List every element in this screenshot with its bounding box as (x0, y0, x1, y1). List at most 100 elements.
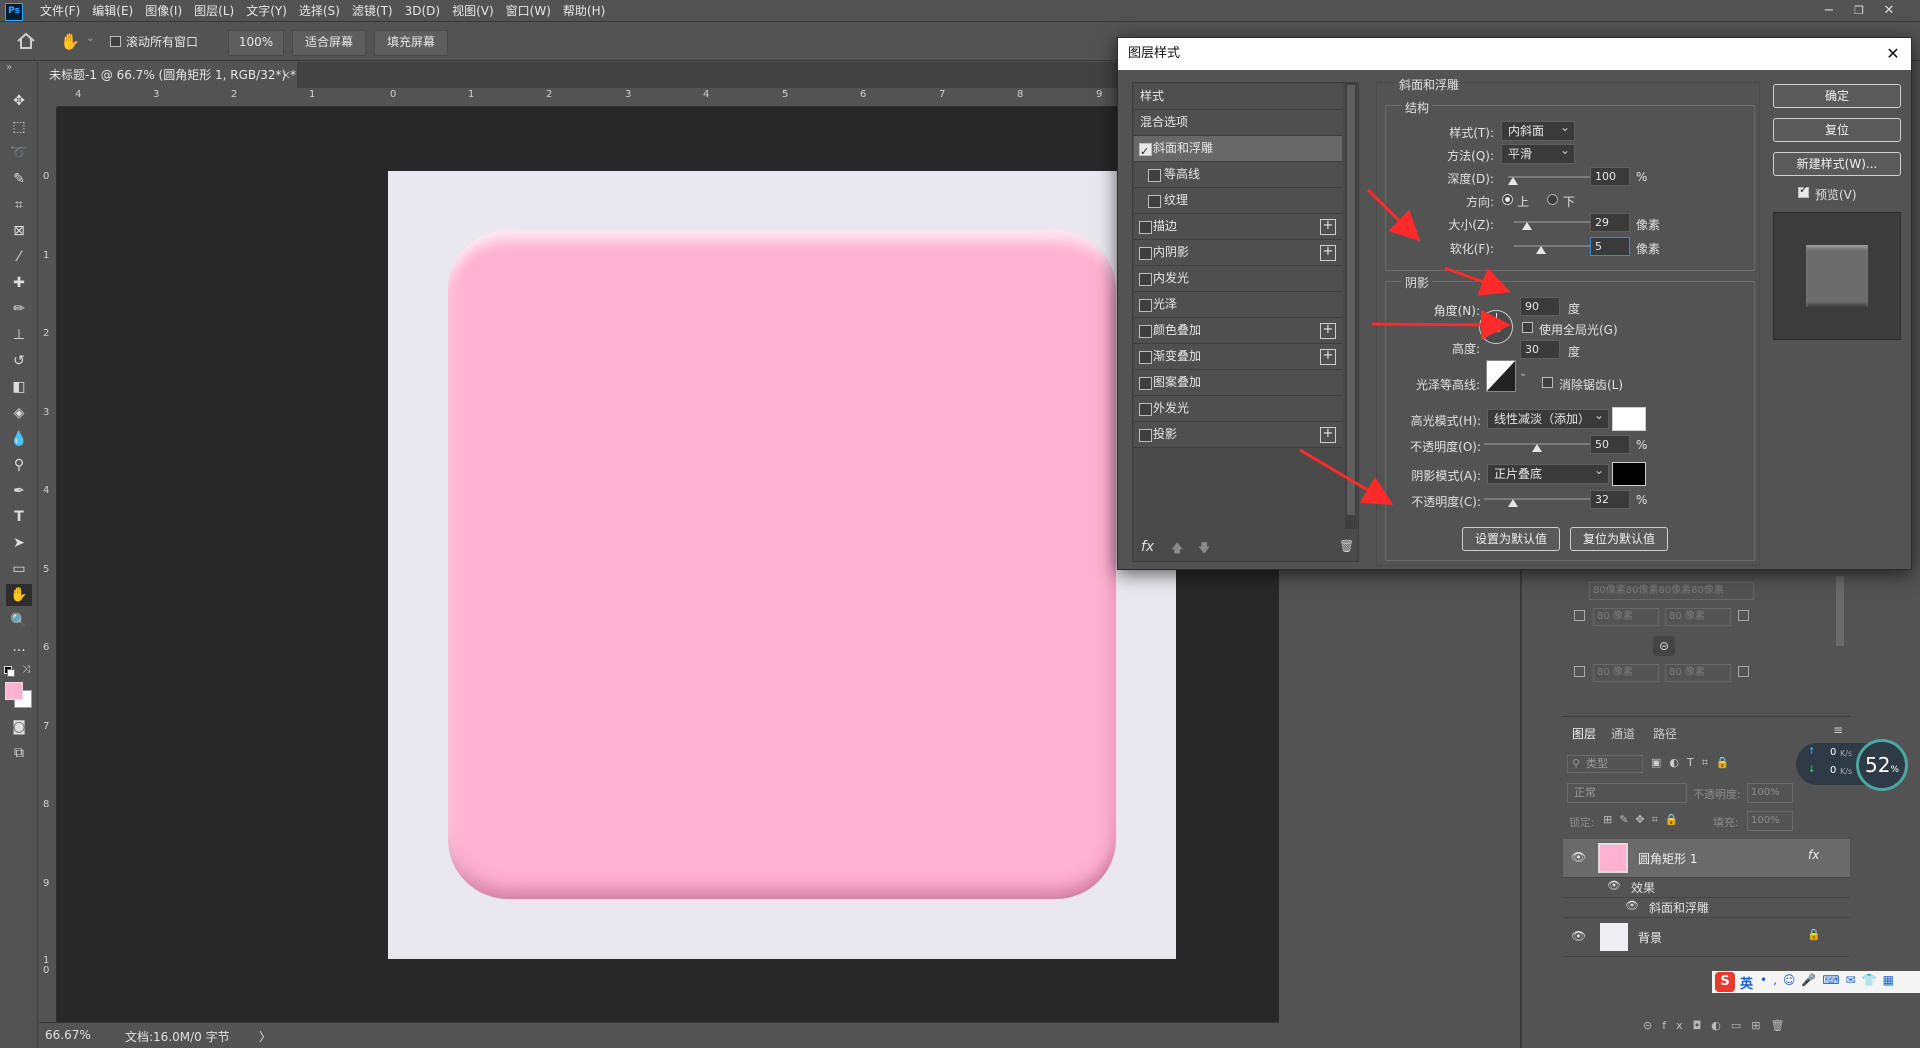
highlight-opacity-thumb[interactable] (1532, 444, 1542, 452)
eye-icon[interactable]: 👁 (1571, 850, 1586, 864)
style-item[interactable]: 样式 (1134, 84, 1342, 110)
ime-tool-icons[interactable]: •,☺🎤⌨✉👕▦ (1760, 973, 1900, 987)
highlight-color-swatch[interactable] (1612, 407, 1646, 431)
depth-slider[interactable] (1508, 176, 1596, 178)
menu-edit[interactable]: 编辑(E) (86, 0, 139, 22)
style-item[interactable]: 光泽 (1134, 292, 1342, 318)
lasso-tool-icon[interactable]: ➰ (6, 142, 32, 164)
ime-language[interactable]: 英 (1740, 973, 1753, 992)
radius-summary-field[interactable]: 80像素80像素80像素80像素 (1589, 582, 1754, 600)
rounded-rectangle-shape[interactable] (448, 230, 1116, 899)
screen-mode-icon[interactable]: ⧉ (6, 742, 32, 764)
brush-tool-icon[interactable]: ✏ (6, 298, 32, 320)
add-effect-icon[interactable]: + (1320, 427, 1336, 443)
link-icon[interactable]: ⊝ (1653, 636, 1675, 656)
style-item[interactable]: 投影 + (1134, 422, 1342, 448)
size-slider-thumb[interactable] (1522, 222, 1532, 230)
radius-tl-field[interactable]: 80 像素 (1593, 608, 1659, 626)
direction-down-radio[interactable] (1547, 194, 1558, 205)
swap-colors-icon[interactable]: ⤨ (22, 664, 30, 675)
status-menu-arrow[interactable]: 〉 (259, 1028, 271, 1045)
highlight-mode-select[interactable]: 线性减淡（添加） (1487, 406, 1609, 429)
layer-name[interactable]: 背景 (1638, 929, 1662, 946)
rectangle-tool-icon[interactable]: ▭ (6, 558, 32, 580)
style-item[interactable]: 内阴影 + (1134, 240, 1342, 266)
delete-icon[interactable]: 🗑 (1339, 539, 1354, 553)
fit-screen-button[interactable]: 适合屏幕 (292, 30, 366, 56)
direction-up-radio[interactable] (1502, 194, 1513, 205)
style-checkbox[interactable] (1139, 139, 1152, 164)
chevron-down-icon[interactable]: ⌄ (86, 33, 94, 44)
ok-button[interactable]: 确定 (1773, 84, 1901, 108)
dialog-titlebar[interactable]: 图层样式 ✕ (1118, 38, 1911, 70)
menu-type[interactable]: 文字(Y) (240, 0, 293, 22)
home-icon[interactable] (16, 32, 38, 52)
add-effect-icon[interactable]: + (1320, 245, 1336, 261)
reset-button[interactable]: 复位 (1773, 118, 1901, 142)
menu-help[interactable]: 帮助(H) (557, 0, 611, 22)
path-select-icon[interactable]: ➤ (6, 532, 32, 554)
cpu-percent-gauge[interactable]: 52% (1856, 739, 1908, 791)
fill-screen-button[interactable]: 填充屏幕 (374, 30, 448, 56)
style-checkbox[interactable] (1139, 299, 1152, 312)
anti-alias-checkbox[interactable] (1542, 377, 1553, 388)
style-checkbox[interactable] (1139, 377, 1152, 390)
soften-slider-thumb[interactable] (1536, 246, 1546, 254)
tab-channels[interactable]: 通道 (1611, 725, 1635, 742)
style-item[interactable]: 渐变叠加 + (1134, 344, 1342, 370)
style-checkbox[interactable] (1139, 273, 1152, 286)
restore-icon[interactable]: ❐ (1844, 0, 1874, 22)
altitude-input[interactable]: 30 (1520, 340, 1560, 359)
soften-input[interactable]: 5 (1590, 237, 1630, 256)
style-item[interactable]: 图案叠加 (1134, 370, 1342, 396)
menu-layer[interactable]: 图层(L) (188, 0, 240, 22)
pen-tool-icon[interactable]: ✒ (6, 480, 32, 502)
style-checkbox[interactable] (1148, 195, 1161, 208)
tab-paths[interactable]: 路径 (1653, 725, 1677, 742)
history-brush-icon[interactable]: ↺ (6, 350, 32, 372)
move-up-icon[interactable]: 🡅 (1171, 539, 1183, 560)
zoom-tool-icon[interactable]: 🔍 (6, 610, 32, 632)
technique-select[interactable]: 平滑 (1501, 141, 1575, 164)
eye-icon[interactable]: 👁 (1571, 929, 1586, 943)
style-item[interactable]: 内发光 (1134, 266, 1342, 292)
angle-input[interactable]: 90 (1520, 297, 1560, 316)
zoom-level[interactable]: 66.67% (45, 1028, 91, 1042)
move-tool-icon[interactable]: ✥ (6, 90, 32, 112)
style-checkbox[interactable] (1139, 221, 1152, 234)
layer-row-background[interactable]: 👁 背景 🔒 (1563, 918, 1850, 957)
ime-toolbar[interactable]: S 英 •,☺🎤⌨✉👕▦ (1712, 971, 1920, 993)
eyedropper-icon[interactable]: ⁄ (6, 246, 32, 268)
dodge-tool-icon[interactable]: ⚲ (6, 454, 32, 476)
zoom-percent-button[interactable]: 100% (228, 30, 284, 56)
style-item[interactable]: 外发光 (1134, 396, 1342, 422)
marquee-tool-icon[interactable]: ⬚ (6, 116, 32, 138)
more-tools-icon[interactable]: ··· (6, 640, 32, 662)
menu-select[interactable]: 选择(S) (293, 0, 346, 22)
fx-menu-icon[interactable]: fx (1141, 539, 1154, 555)
new-style-button[interactable]: 新建样式(W)... (1773, 152, 1901, 176)
bevel-effect-row[interactable]: 👁 斜面和浮雕 (1563, 897, 1850, 918)
panel-menu-icon[interactable]: ≡ (1833, 723, 1843, 737)
foreground-color-swatch[interactable] (5, 682, 23, 700)
gloss-contour-preview[interactable] (1486, 360, 1516, 392)
scrollbar-thumb[interactable] (1347, 85, 1355, 515)
style-item[interactable]: 颜色叠加 + (1134, 318, 1342, 344)
style-item[interactable]: 描边 + (1134, 214, 1342, 240)
menu-3d[interactable]: 3D(D) (399, 0, 446, 22)
preview-checkbox[interactable]: ✓ (1798, 183, 1809, 198)
style-item[interactable]: 等高线 (1134, 162, 1342, 188)
eraser-icon[interactable]: ◧ (6, 376, 32, 398)
menu-window[interactable]: 窗口(W) (500, 0, 557, 22)
tab-close-icon[interactable]: × (281, 62, 291, 88)
sogou-icon[interactable]: S (1715, 972, 1735, 992)
quick-select-icon[interactable]: ✎ (6, 168, 32, 190)
style-item[interactable]: 混合选项 (1134, 110, 1342, 136)
style-item[interactable]: 纹理 (1134, 188, 1342, 214)
default-colors-icon[interactable] (4, 666, 15, 677)
add-effect-icon[interactable]: + (1320, 349, 1336, 365)
style-checkbox[interactable] (1139, 429, 1152, 442)
menu-filter[interactable]: 滤镜(T) (346, 0, 399, 22)
angle-dial[interactable] (1479, 310, 1513, 344)
layer-panel-footer-icons[interactable]: ⊝fx◘◐▭⊞🗑 (1643, 1019, 1843, 1035)
